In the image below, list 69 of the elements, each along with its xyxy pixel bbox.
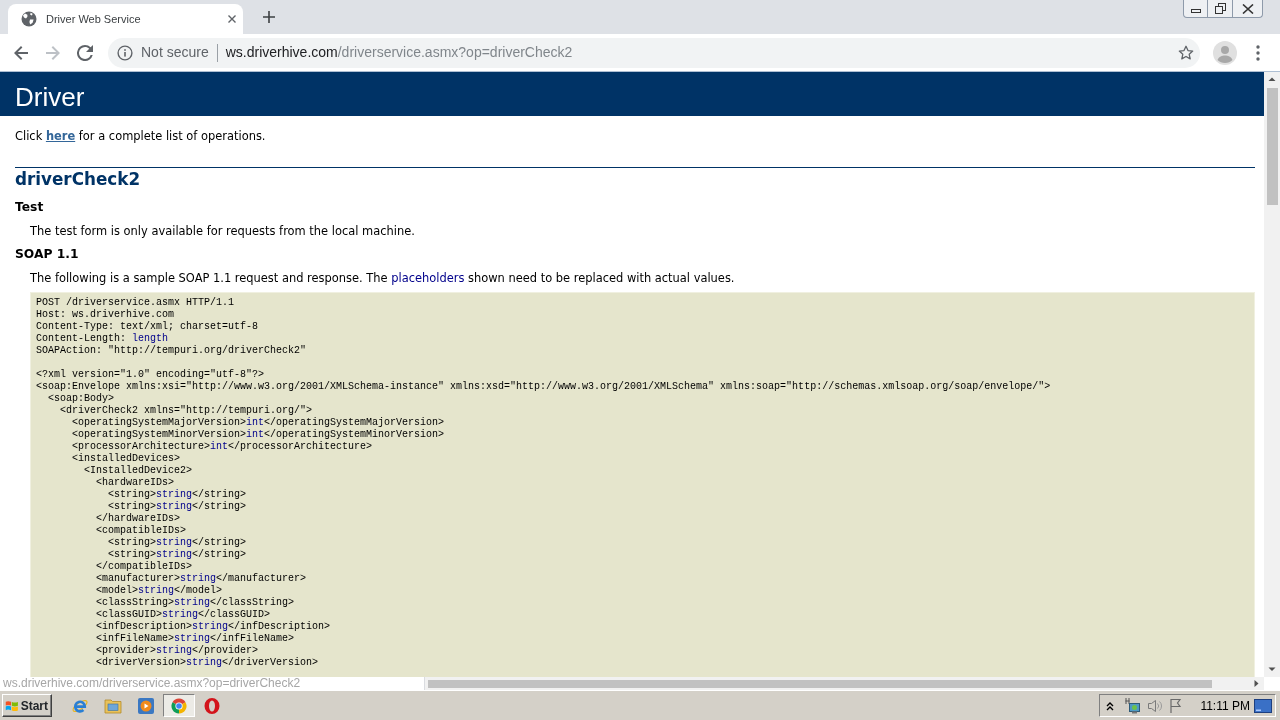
start-button[interactable]: Start [2, 694, 52, 717]
code-line: <classGUID>string</classGUID> [96, 609, 271, 621]
close-icon [1241, 3, 1254, 14]
browser-tab[interactable]: Driver Web Service [8, 4, 243, 34]
code-line: <hardwareIDs> [96, 477, 174, 489]
code-line: Content-Length: length [36, 333, 169, 345]
page-banner: Driver [0, 72, 1264, 116]
scrollbar-thumb[interactable] [428, 679, 1212, 688]
code-line: <string>string</string> [108, 549, 247, 561]
security-status-text: Not secure [141, 43, 209, 62]
folder-icon [104, 697, 122, 714]
desktop-icon[interactable] [1254, 697, 1272, 714]
code-line: <model>string</model> [96, 585, 223, 597]
scrollbar-thumb[interactable] [1267, 88, 1278, 205]
close-icon[interactable] [228, 15, 236, 23]
code-line: Content-Type: text/xml; charset=utf-8 [36, 321, 259, 333]
code-line: <infFileName>string</infFileName> [96, 633, 295, 645]
back-arrow-icon[interactable] [13, 44, 29, 61]
globe-icon [21, 11, 37, 27]
chevron-up-icon[interactable] [1106, 700, 1115, 711]
restore-icon [1214, 3, 1226, 14]
code-line: <compatibleIDs> [96, 525, 186, 537]
reload-icon[interactable] [77, 44, 93, 61]
code-line: <operatingSystemMinorVersion>int</operatingSystemMinorVersion> [72, 429, 445, 441]
intro-text: Click here for a complete list of operations. [15, 129, 266, 143]
code-line: <soap:Envelope xmlns:xsi="http://www.w3.org/2001/XMLSchema-instance" xmlns:xsd="http://www.w3.org/2001/XMLSchema" xmlns:soap="http://schemas.xmlsoap.org/soap/envelope/"> [36, 381, 1051, 393]
segmented-circle-icon [171, 697, 187, 714]
address-bar[interactable]: Not secure ws.driverhive.com/driverservice.asmx?op=driverCheck2 [108, 37, 1200, 68]
info-icon[interactable] [117, 44, 133, 61]
code-line: <string>string</string> [108, 501, 247, 513]
operation-title: driverCheck2 [15, 169, 141, 189]
network-icon[interactable] [1124, 697, 1142, 714]
play-icon [137, 696, 155, 715]
code-line: <manufacturer>string</manufacturer> [96, 573, 307, 585]
operations-link[interactable]: here [45, 129, 76, 143]
taskbar-button[interactable] [163, 694, 195, 717]
code-line: SOAPAction: "http://tempuri.org/driverCheck2" [36, 345, 307, 357]
minimize-button[interactable] [1183, 0, 1208, 18]
code-line: POST /driverservice.asmx HTTP/1.1 [36, 297, 235, 309]
bookmark-star-icon[interactable] [1178, 44, 1194, 61]
code-line: <driverCheck2 xmlns="http://tempuri.org/"> [60, 405, 313, 417]
code-line: <installedDevices> [72, 453, 181, 465]
new-tab-icon[interactable] [263, 11, 275, 23]
code-line: <string>string</string> [108, 489, 247, 501]
speaker-icon[interactable] [1147, 697, 1164, 714]
code-line: <InstalledDevice2> [84, 465, 193, 477]
close-button[interactable] [1232, 0, 1263, 18]
section-text: The following is a sample SOAP 1.1 request and response. The placeholders shown need to be replaced with actual values. [30, 271, 735, 285]
section-text: The test form is only available for requests from the local machine. [30, 224, 415, 238]
code-line: </hardwareIDs> [96, 513, 180, 525]
menu-icon[interactable] [1256, 44, 1260, 61]
code-line: <soap:Body> [48, 393, 114, 405]
url-text: ws.driverhive.com/driverservice.asmx?op=driverCheck2 [225, 43, 573, 62]
code-line: <?xml version="1.0" encoding="utf-8"?> [36, 369, 265, 381]
code-line: <operatingSystemMajorVersion>int</operatingSystemMajorVersion> [72, 417, 445, 429]
code-line: <classString>string</classString> [96, 597, 295, 609]
code-line: <driverVersion>string</driverVersion> [96, 657, 319, 669]
code-line: </compatibleIDs> [96, 561, 192, 573]
code-line: <provider>string</provider> [96, 645, 259, 657]
section-heading: Test [15, 200, 44, 215]
status-bubble: ws.driverhive.com/driverservice.asmx?op=driverCheck2 [0, 677, 425, 690]
restore-button[interactable] [1207, 0, 1233, 18]
section-heading: SOAP 1.1 [15, 247, 79, 262]
ring-icon [203, 696, 221, 715]
code-line: Host: ws.driverhive.com [36, 309, 175, 321]
code-line: <infDescription>string</infDescription> [96, 621, 331, 633]
code-line: <processorArchitecture>int</processorArchitecture> [72, 441, 373, 453]
code-line: <string>string</string> [108, 537, 247, 549]
tray-clock[interactable]: 11:11 PM [1200, 696, 1250, 715]
